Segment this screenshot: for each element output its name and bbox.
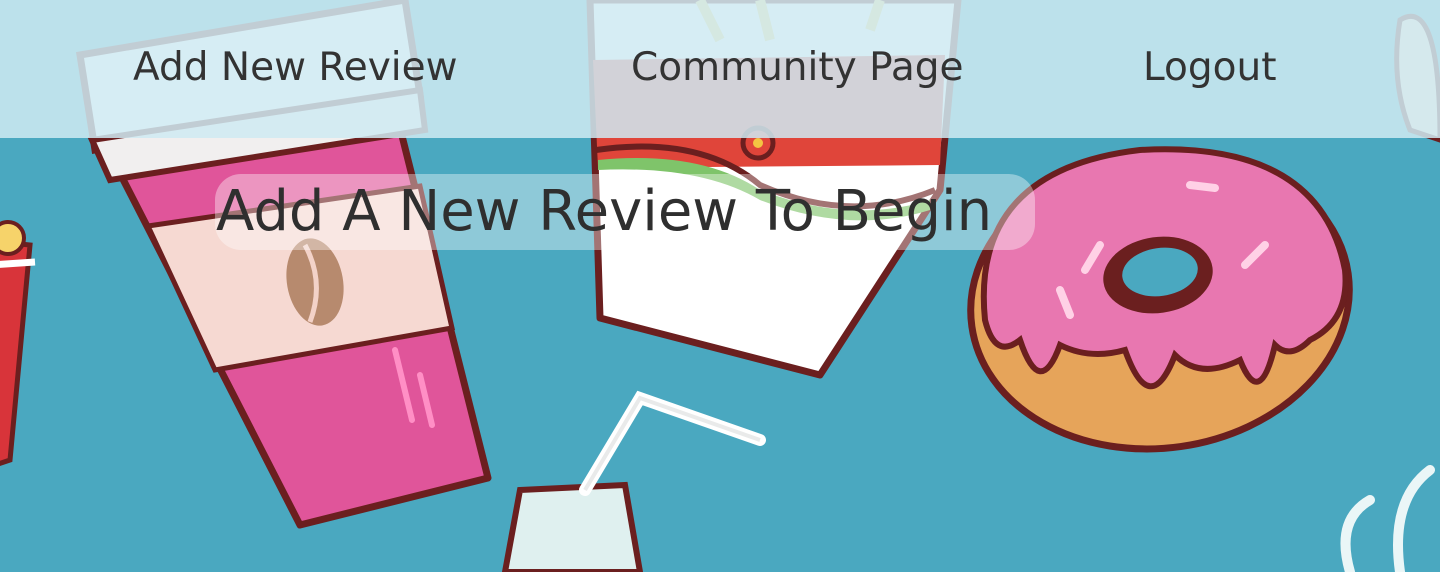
community-page-link[interactable]: Community Page: [631, 40, 964, 96]
logout-link[interactable]: Logout: [1143, 40, 1277, 96]
top-navbar: Add New Review Community Page Logout: [0, 0, 1440, 138]
page-heading: Add A New Review To Begin: [216, 179, 993, 244]
add-new-review-link[interactable]: Add New Review: [133, 40, 458, 96]
